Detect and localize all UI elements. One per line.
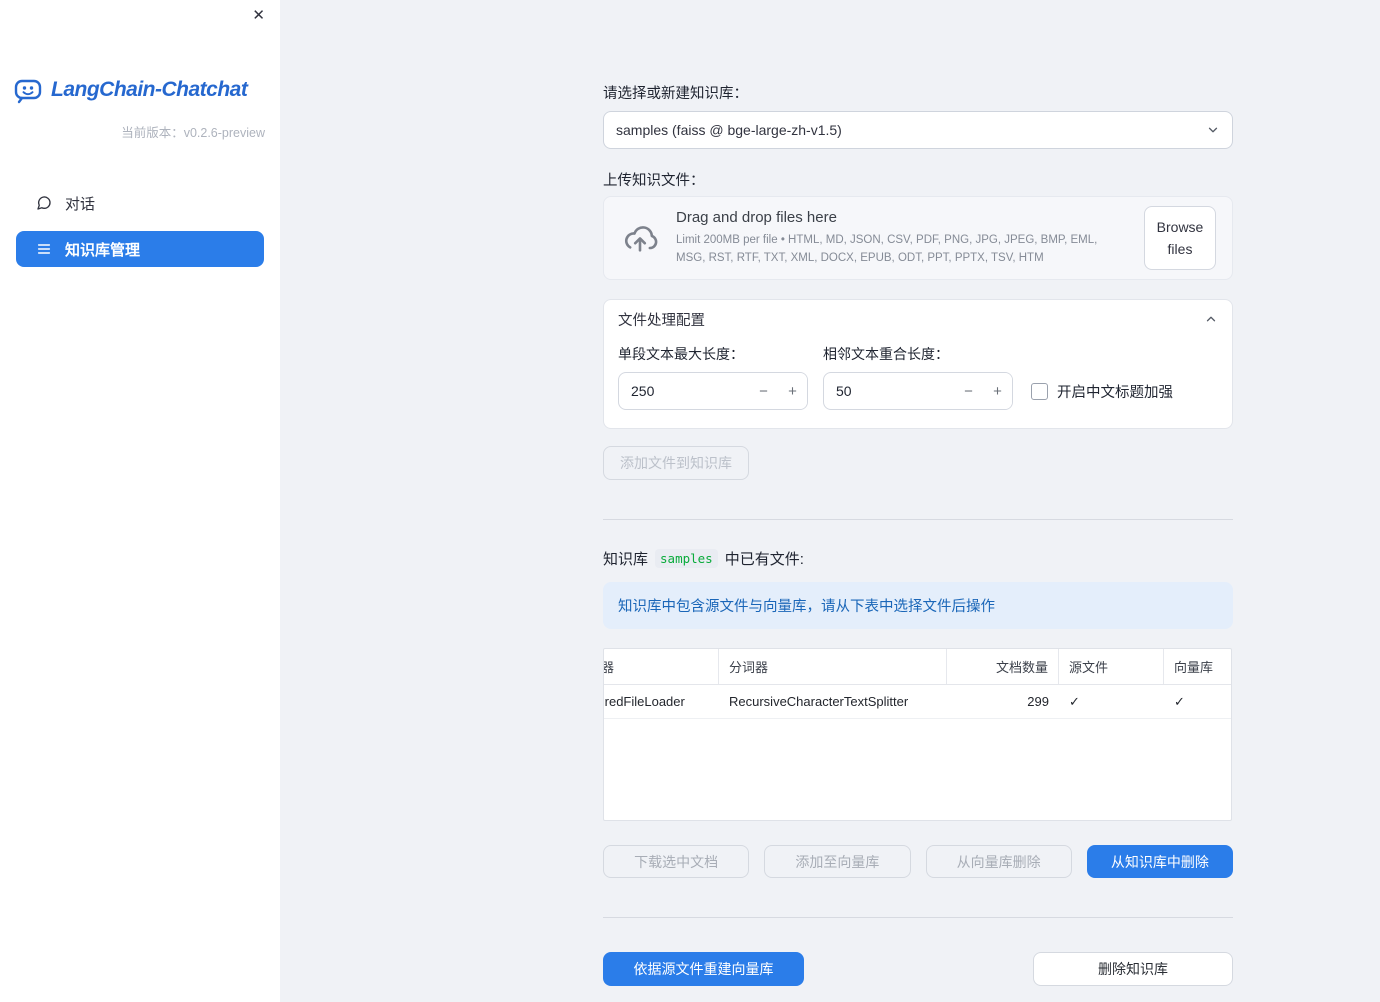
- divider: [603, 917, 1233, 918]
- browse-files-button[interactable]: Browse files: [1144, 205, 1216, 271]
- chunk-size-group: 单段文本最大长度： − +: [618, 344, 808, 410]
- upload-label: 上传知识文件：: [603, 173, 705, 189]
- chat-bubble-icon: [36, 195, 52, 211]
- sidebar-item-dialogue[interactable]: 对话: [16, 185, 264, 221]
- main-area: 请选择或新建知识库： samples (faiss @ bge-large-zh…: [280, 0, 1380, 1002]
- chevron-up-icon: [1204, 312, 1218, 326]
- table-row[interactable]: UnstructuredFileLoader RecursiveCharacte…: [604, 685, 1231, 719]
- cell-doc-count: 299: [1027, 694, 1049, 709]
- kb-files-suffix: 中已有文件:: [724, 551, 804, 568]
- content-column: 请选择或新建知识库： samples (faiss @ bge-large-zh…: [603, 0, 1233, 986]
- version-label: 当前版本：v0.2.6-preview: [121, 126, 265, 140]
- overlap-size-increment-button[interactable]: +: [983, 373, 1012, 409]
- logo-chat-icon: [12, 74, 44, 106]
- file-config-expander-body: 单段文本最大长度： − + 相邻文本重合长度： − +: [604, 338, 1232, 428]
- chunk-size-input[interactable]: [619, 373, 749, 409]
- col-header-loader[interactable]: 文档加载器: [604, 649, 719, 684]
- kb-files-prefix: 知识库: [603, 551, 649, 568]
- delete-kb-button[interactable]: 删除知识库: [1033, 952, 1233, 986]
- cloud-upload-icon: [620, 222, 660, 254]
- zh-title-enhance-label: 开启中文标题加强: [1057, 384, 1173, 401]
- overlap-size-decrement-button[interactable]: −: [954, 373, 983, 409]
- dropzone-limit-text: Limit 200MB per file • HTML, MD, JSON, C…: [676, 234, 1098, 264]
- kb-files-heading: 知识库 samples 中已有文件:: [603, 548, 1233, 569]
- col-header-vector-store[interactable]: 向量库: [1164, 649, 1231, 684]
- col-header-doc-count[interactable]: 文档数量: [947, 649, 1059, 684]
- kb-name-code: samples: [655, 549, 718, 568]
- col-header-splitter[interactable]: 分词器: [719, 649, 947, 684]
- chevron-down-icon: [1206, 123, 1220, 137]
- kb-selectbox[interactable]: samples (faiss @ bge-large-zh-v1.5): [603, 111, 1233, 149]
- table-header-row: 文档加载器 分词器 文档数量 源文件 向量库: [604, 649, 1231, 685]
- kb-files-table-scroll: 文档加载器 分词器 文档数量 源文件 向量库 UnstructuredFileL…: [604, 649, 1231, 719]
- cell-vector-store-check: ✓: [1174, 693, 1185, 709]
- dropzone-text: Drag and drop files here Limit 200MB per…: [676, 209, 1128, 267]
- cell-splitter: RecursiveCharacterTextSplitter: [729, 694, 909, 709]
- zh-title-enhance-checkbox[interactable]: [1031, 382, 1048, 400]
- chunk-size-label: 单段文本最大长度：: [618, 346, 744, 362]
- sidebar-nav: 对话 知识库管理: [16, 185, 264, 267]
- chunk-size-increment-button[interactable]: +: [778, 373, 807, 409]
- chunk-size-decrement-button[interactable]: −: [749, 373, 778, 409]
- divider: [603, 519, 1233, 520]
- kb-select-label: 请选择或新建知识库：: [603, 86, 748, 102]
- file-actions-row: 下载选中文档 添加至向量库 从向量库删除 从知识库中删除: [603, 845, 1233, 878]
- kb-actions-row: 依据源文件重建向量库 删除知识库: [603, 952, 1233, 986]
- col-header-source-file[interactable]: 源文件: [1059, 649, 1164, 684]
- info-banner-text: 知识库中包含源文件与向量库，请从下表中选择文件后操作: [618, 599, 995, 615]
- list-icon: [36, 241, 52, 257]
- add-to-vector-store-button[interactable]: 添加至向量库: [764, 845, 911, 878]
- sidebar-item-label: 对话: [65, 195, 96, 213]
- expander-title: 文件处理配置: [618, 312, 705, 329]
- overlap-size-label: 相邻文本重合长度：: [823, 346, 949, 362]
- file-dropzone[interactable]: Drag and drop files here Limit 200MB per…: [603, 196, 1233, 280]
- sidebar-item-label: 知识库管理: [65, 241, 141, 259]
- add-files-to-kb-button[interactable]: 添加文件到知识库: [603, 446, 749, 480]
- cell-source-file-check: ✓: [1069, 693, 1080, 709]
- overlap-size-stepper: − +: [823, 372, 1013, 410]
- sidebar-close-icon[interactable]: ✕: [252, 8, 265, 23]
- sidebar: ✕ LangChain-Chatchat 当前版本：v0.2.6-preview…: [0, 0, 280, 1002]
- info-banner: 知识库中包含源文件与向量库，请从下表中选择文件后操作: [603, 582, 1233, 629]
- file-config-expander-header[interactable]: 文件处理配置: [604, 300, 1232, 338]
- zh-title-enhance-group: 开启中文标题加强: [1031, 372, 1173, 410]
- file-config-expander: 文件处理配置 单段文本最大长度： − + 相邻文本重合长度：: [603, 299, 1233, 429]
- app-logo-text: LangChain-Chatchat: [51, 78, 248, 101]
- kb-selectbox-value: samples (faiss @ bge-large-zh-v1.5): [616, 122, 842, 138]
- overlap-size-group: 相邻文本重合长度： − +: [823, 344, 1013, 410]
- dropzone-title: Drag and drop files here: [676, 209, 837, 227]
- cell-loader: UnstructuredFileLoader: [604, 694, 685, 709]
- app-logo: LangChain-Chatchat: [12, 74, 280, 106]
- kb-files-table[interactable]: 文档加载器 分词器 文档数量 源文件 向量库 UnstructuredFileL…: [603, 648, 1232, 821]
- sidebar-item-knowledge-base[interactable]: 知识库管理: [16, 231, 264, 267]
- overlap-size-input[interactable]: [824, 373, 954, 409]
- rebuild-vector-store-button[interactable]: 依据源文件重建向量库: [603, 952, 804, 986]
- chunk-size-stepper: − +: [618, 372, 808, 410]
- delete-from-vector-store-button[interactable]: 从向量库删除: [925, 845, 1072, 878]
- delete-from-kb-button[interactable]: 从知识库中删除: [1086, 845, 1233, 878]
- download-selected-button[interactable]: 下载选中文档: [603, 845, 750, 878]
